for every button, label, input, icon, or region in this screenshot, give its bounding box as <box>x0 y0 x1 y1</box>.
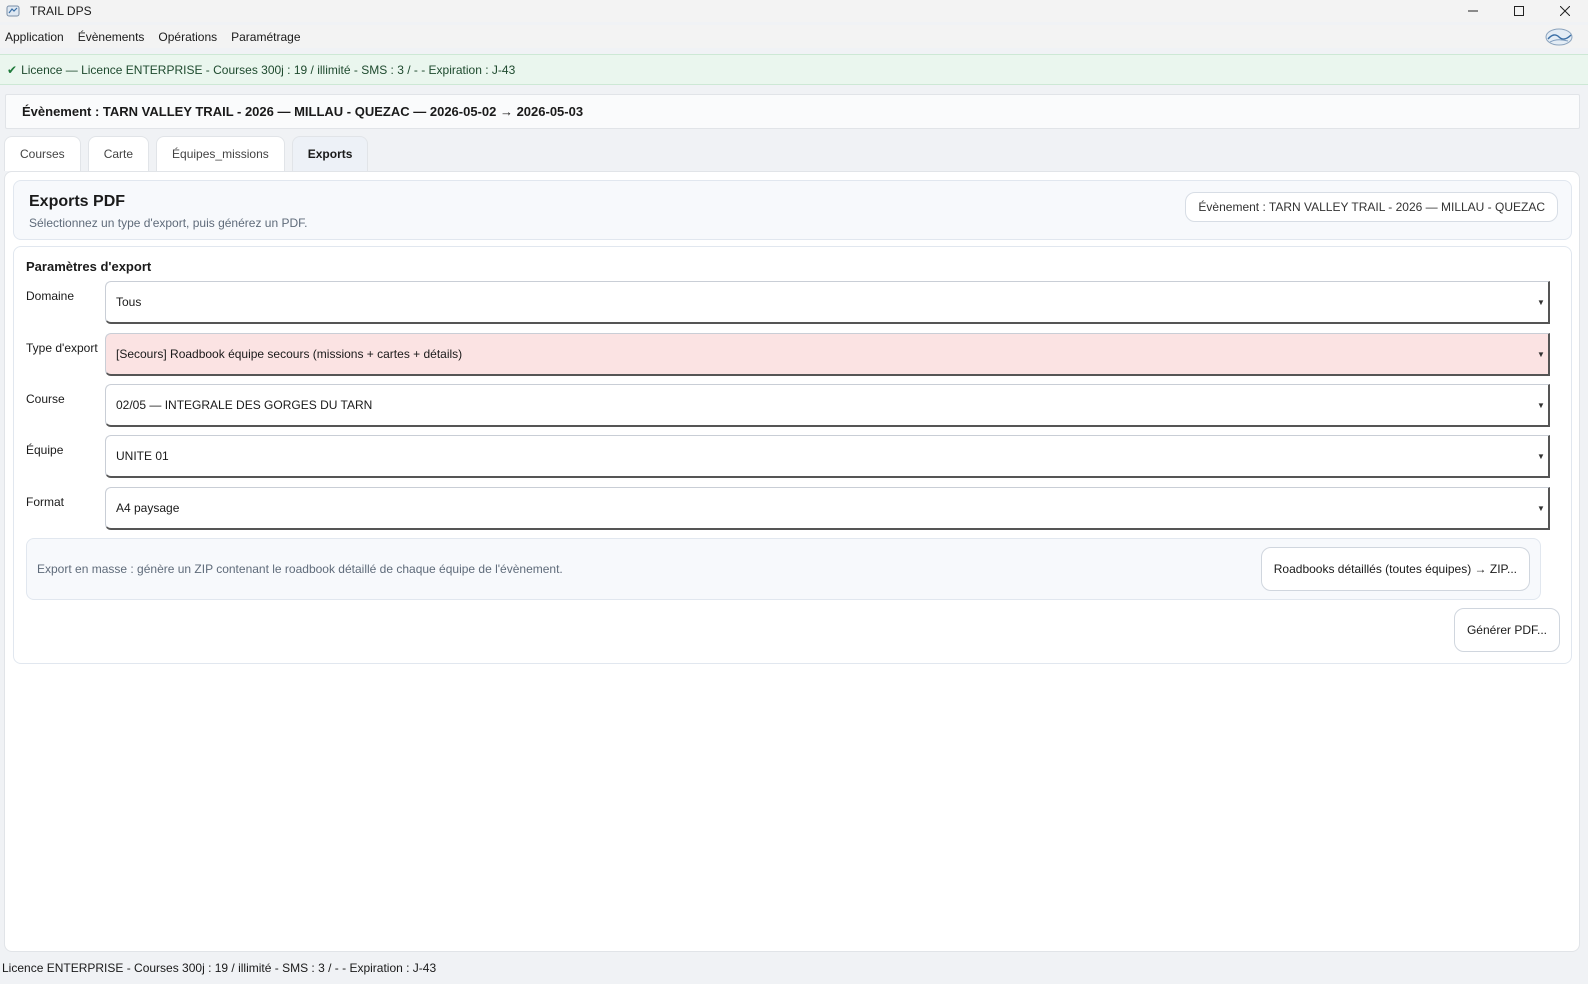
event-header: Évènement : TARN VALLEY TRAIL - 2026 — M… <box>5 94 1580 129</box>
equipe-select[interactable]: UNITE 01 ▼ <box>105 435 1550 478</box>
type-export-value: [Secours] Roadbook équipe secours (missi… <box>116 347 463 361</box>
title-bar: TRAIL DPS <box>0 0 1588 22</box>
domaine-value: Tous <box>116 295 142 309</box>
check-icon: ✔ <box>7 62 18 77</box>
bulk-export-text: Export en masse : génère un ZIP contenan… <box>37 562 563 576</box>
chevron-down-icon: ▼ <box>1537 349 1545 359</box>
exports-subtitle: Sélectionnez un type d'export, puis géné… <box>29 216 308 230</box>
event-pill: Évènement : TARN VALLEY TRAIL - 2026 — M… <box>1185 192 1558 222</box>
chevron-down-icon: ▼ <box>1537 503 1545 513</box>
maximize-icon[interactable] <box>1496 0 1542 22</box>
menu-bar: Application Évènements Opérations Paramé… <box>0 25 1588 48</box>
field-label-course: Course <box>26 392 65 406</box>
course-value: 02/05 — INTEGRALE DES GORGES DU TARN <box>116 398 373 412</box>
generate-pdf-button[interactable]: Générer PDF... <box>1453 608 1560 652</box>
field-label-equipe: Équipe <box>26 443 64 457</box>
status-bar: Licence ENTERPRISE - Courses 300j : 19 /… <box>0 952 1588 984</box>
tab-exports[interactable]: Exports <box>291 136 369 171</box>
params-title: Paramètres d'export <box>26 259 152 274</box>
field-label-type-export: Type d'export <box>26 341 98 355</box>
license-text: Licence — Licence ENTERPRISE - Courses 3… <box>21 62 516 77</box>
format-value: A4 paysage <box>116 501 180 515</box>
exports-panel: Exports PDF Sélectionnez un type d'expor… <box>4 171 1580 952</box>
chevron-down-icon: ▼ <box>1537 400 1545 410</box>
menu-application[interactable]: Application <box>5 30 64 44</box>
menu-evenements[interactable]: Évènements <box>78 30 145 44</box>
license-banner: ✔ Licence — Licence ENTERPRISE - Courses… <box>0 54 1588 85</box>
field-label-format: Format <box>26 495 65 509</box>
app-logo-icon <box>1545 28 1573 46</box>
app-icon <box>6 5 20 17</box>
tab-bar: Courses Carte Équipes_missions Exports <box>4 136 375 172</box>
status-text: Licence ENTERPRISE - Courses 300j : 19 /… <box>2 961 437 975</box>
close-icon[interactable] <box>1542 0 1588 22</box>
window-controls <box>1450 0 1588 22</box>
course-select[interactable]: 02/05 — INTEGRALE DES GORGES DU TARN ▼ <box>105 384 1550 427</box>
event-title: Évènement : TARN VALLEY TRAIL - 2026 — M… <box>22 104 584 119</box>
exports-title: Exports PDF <box>29 193 126 210</box>
minimize-icon[interactable] <box>1450 0 1496 22</box>
window-title: TRAIL DPS <box>30 4 92 18</box>
chevron-down-icon: ▼ <box>1537 297 1545 307</box>
export-params-card: Paramètres d'export Domaine Tous ▼ Type … <box>13 246 1572 664</box>
exports-header-card: Exports PDF Sélectionnez un type d'expor… <box>13 180 1572 240</box>
tab-carte[interactable]: Carte <box>87 136 150 171</box>
bulk-export-box: Export en masse : génère un ZIP contenan… <box>26 538 1541 600</box>
type-export-select[interactable]: [Secours] Roadbook équipe secours (missi… <box>105 333 1550 376</box>
equipe-value: UNITE 01 <box>116 449 169 463</box>
chevron-down-icon: ▼ <box>1537 451 1545 461</box>
menu-operations[interactable]: Opérations <box>158 30 217 44</box>
format-select[interactable]: A4 paysage ▼ <box>105 487 1550 530</box>
domaine-select[interactable]: Tous ▼ <box>105 281 1550 324</box>
tab-courses[interactable]: Courses <box>4 136 81 171</box>
field-label-domaine: Domaine <box>26 289 75 303</box>
menu-parametrage[interactable]: Paramétrage <box>231 30 300 44</box>
export-zip-button[interactable]: Roadbooks détaillés (toutes équipes) → Z… <box>1260 547 1530 591</box>
tab-equipes-missions[interactable]: Équipes_missions <box>156 136 285 171</box>
